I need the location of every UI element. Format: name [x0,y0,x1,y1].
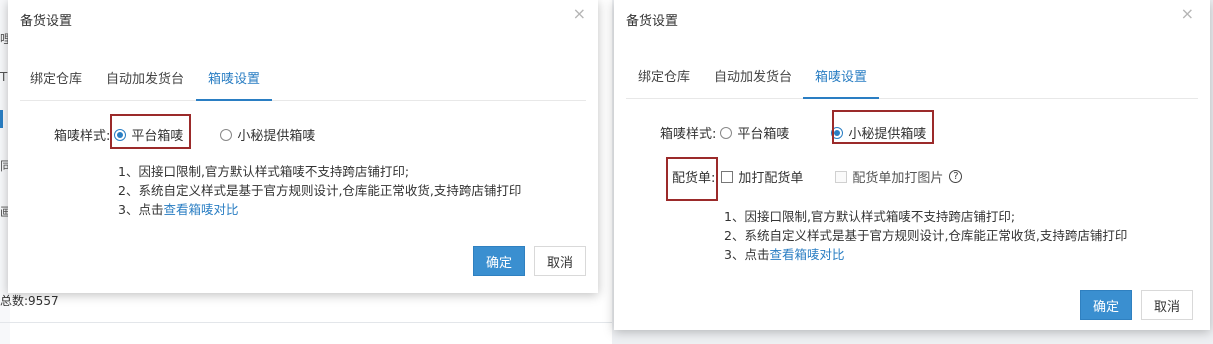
radio-label: 平台箱唛 [737,127,790,142]
radio-icon[interactable] [720,126,733,139]
background-active-indicator [0,110,3,128]
dialog-title: 备货设置 [626,14,679,29]
compare-box-label-link[interactable]: 查看箱唛对比 [769,247,844,262]
close-icon[interactable]: × [1181,6,1194,22]
ok-button[interactable]: 确定 [473,246,525,276]
checkbox-icon[interactable] [835,170,848,183]
checkbox-label: 配货单加打图片 [852,171,944,186]
background-total-count: 总数:9557 [0,294,59,308]
box-label-notes: 1、因接口限制,官方默认样式箱唛不支持跨店铺打印; 2、系统自定义样式是基于官方… [118,162,521,219]
note-line: 1、因接口限制,官方默认样式箱唛不支持跨店铺打印; [724,209,1016,224]
ok-button[interactable]: 确定 [1080,290,1132,320]
background-text: T [0,70,8,84]
compare-box-label-link[interactable]: 查看箱唛对比 [163,202,238,217]
highlight-box [832,110,934,144]
note-line: 1、因接口限制,官方默认样式箱唛不支持跨店铺打印; [118,164,410,179]
stock-settings-dialog-left: 备货设置 × 绑定仓库 自动加发货台 箱唛设置 箱唛样式: 平台箱唛 小秘提供箱… [8,0,598,293]
tab-box-label-settings[interactable]: 箱唛设置 [815,66,867,97]
radio-icon[interactable] [220,128,233,141]
radio-platform-box-label[interactable]: 平台箱唛 [720,123,789,142]
stock-settings-dialog-right: 备货设置 × 绑定仓库 自动加发货台 箱唛设置 箱唛样式: 平台箱唛 小秘提供箱… [614,0,1210,330]
box-label-style-label: 箱唛样式: [660,127,717,142]
checkbox-label: 加打配货单 [738,171,804,186]
box-label-style-label: 箱唛样式: [54,129,111,144]
note-prefix: 3、点击 [118,202,164,217]
note-line: 3、点击查看箱唛对比 [724,245,1127,264]
highlight-box [110,114,191,149]
cancel-button[interactable]: 取消 [534,246,586,276]
highlight-box [666,157,718,201]
checkbox-print-image[interactable]: 配货单加打图片 ? [835,167,963,186]
radio-xiaomi-box-label[interactable]: 小秘提供箱唛 [220,125,315,144]
checkbox-icon[interactable] [721,170,734,183]
active-tab-underline [803,97,879,99]
background-divider [0,322,612,323]
note-prefix: 3、点击 [724,247,770,262]
dialog-tabs: 绑定仓库 自动加发货台 箱唛设置 [20,60,586,101]
dialog-tabs: 绑定仓库 自动加发货台 箱唛设置 [626,58,1198,99]
radio-label: 小秘提供箱唛 [237,129,316,144]
checkbox-print-packing-list[interactable]: 加打配货单 [721,167,803,186]
cancel-button[interactable]: 取消 [1141,290,1193,320]
help-icon[interactable]: ? [949,170,963,183]
tab-bind-warehouse[interactable]: 绑定仓库 [30,68,82,99]
dialog-title: 备货设置 [20,14,73,29]
tab-auto-add-shipping[interactable]: 自动加发货台 [106,68,184,99]
tab-bind-warehouse[interactable]: 绑定仓库 [638,66,690,97]
note-line: 2、系统自定义样式是基于官方规则设计,仓库能正常收货,支持跨店铺打印 [724,228,1128,243]
close-icon[interactable]: × [573,6,586,22]
active-tab-underline [196,99,272,101]
tab-auto-add-shipping[interactable]: 自动加发货台 [714,66,792,97]
note-line: 3、点击查看箱唛对比 [118,200,521,219]
box-label-notes: 1、因接口限制,官方默认样式箱唛不支持跨店铺打印; 2、系统自定义样式是基于官方… [724,207,1127,264]
tab-box-label-settings[interactable]: 箱唛设置 [208,68,260,99]
note-line: 2、系统自定义样式是基于官方规则设计,仓库能正常收货,支持跨店铺打印 [118,183,522,198]
